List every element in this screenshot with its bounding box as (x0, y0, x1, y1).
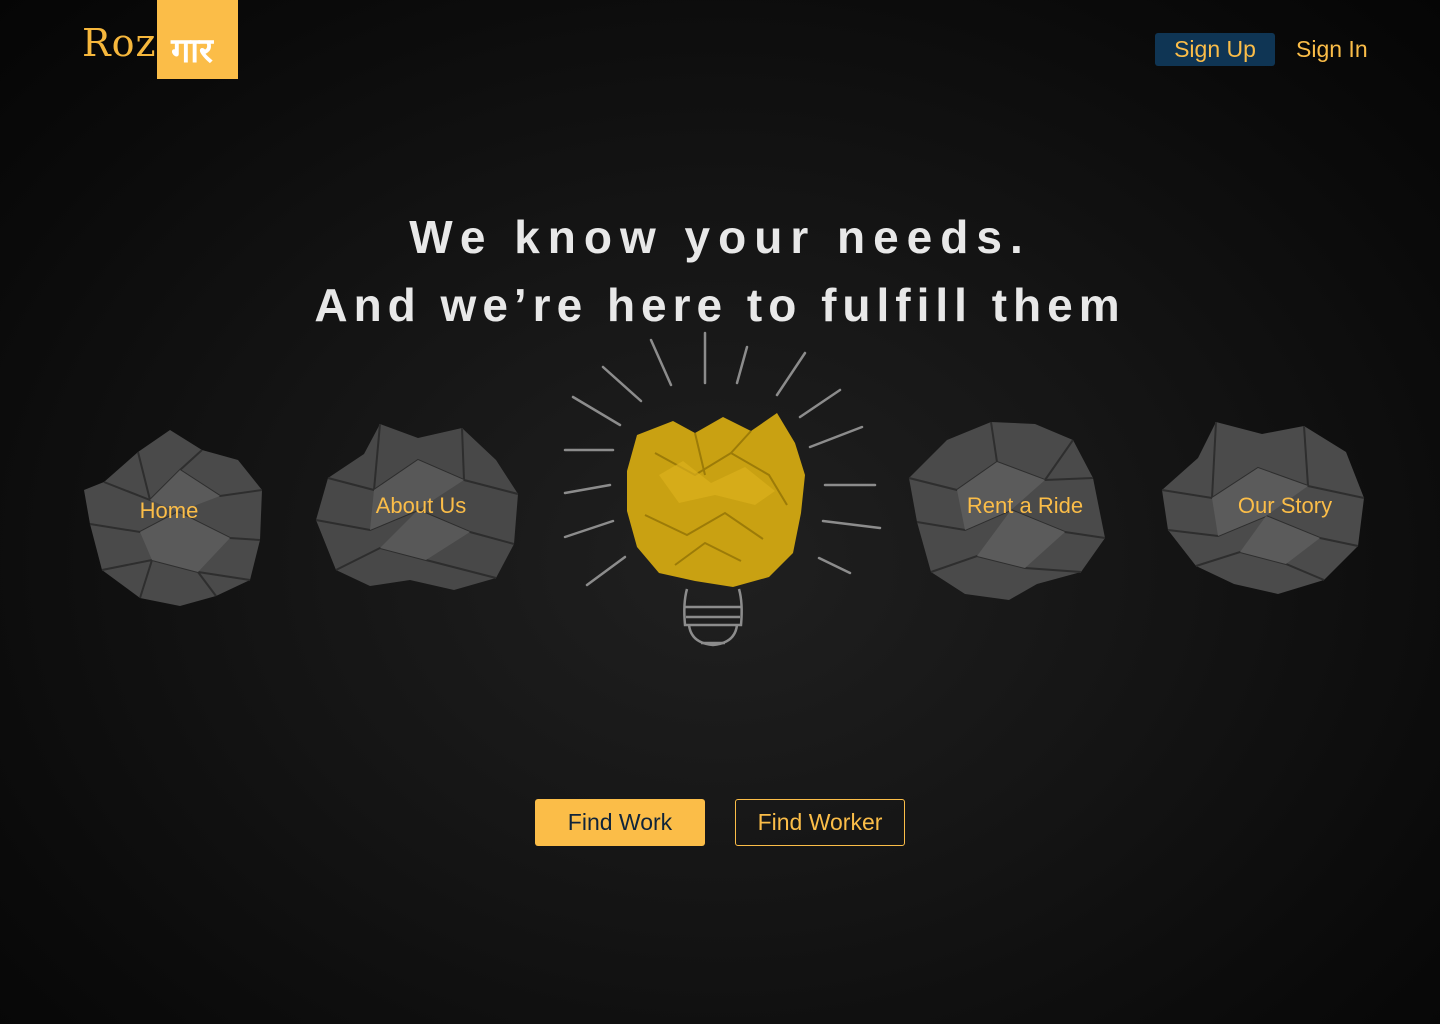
hero-headline-line-2: And we’re here to fulfill them (314, 279, 1126, 331)
logo-text-latin: Roz (82, 21, 157, 65)
brand-logo[interactable]: Roz गार (82, 0, 238, 79)
nav-home[interactable]: Home (140, 498, 199, 524)
find-worker-button[interactable]: Find Worker (735, 799, 905, 846)
crumpled-bulb-icon (627, 413, 805, 587)
find-work-button[interactable]: Find Work (535, 799, 705, 846)
logo-highlight-box: गार (156, 0, 238, 79)
lightbulb-illustration (563, 331, 882, 647)
logo-text-devanagari: गार (171, 31, 213, 71)
nav-our-story[interactable]: Our Story (1238, 493, 1332, 519)
bulb-base-icon (683, 588, 743, 647)
hero-headline-line-1: We know your needs. (409, 211, 1031, 263)
sign-up-button[interactable]: Sign Up (1155, 33, 1275, 66)
sign-in-link[interactable]: Sign In (1296, 33, 1368, 66)
nav-rent-a-ride[interactable]: Rent a Ride (967, 493, 1083, 519)
nav-about-us[interactable]: About Us (376, 493, 467, 519)
